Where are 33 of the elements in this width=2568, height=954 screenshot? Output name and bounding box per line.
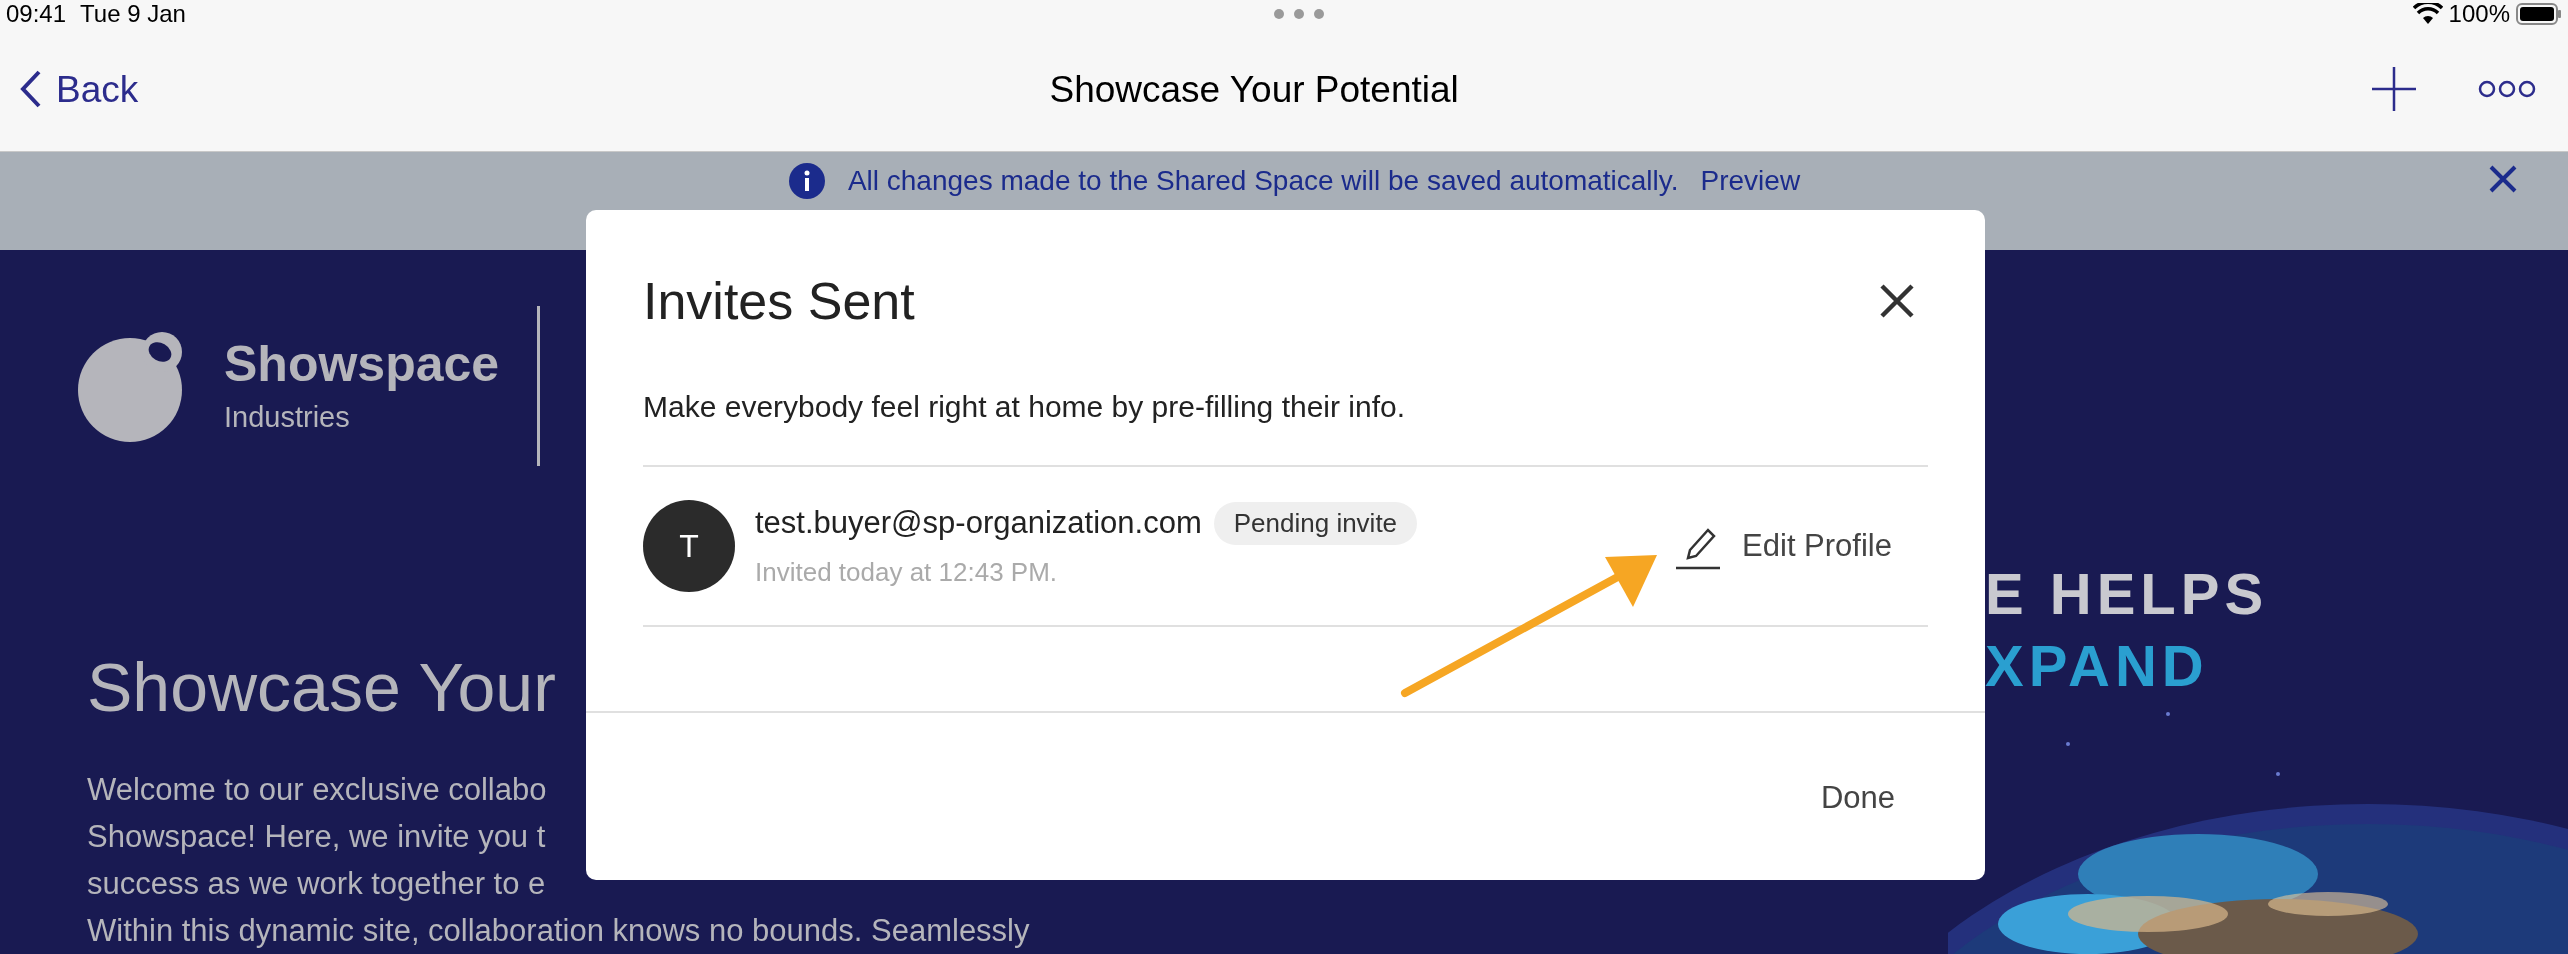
status-badge: Pending invite bbox=[1213, 502, 1418, 545]
brand-subtitle: Industries bbox=[224, 399, 351, 435]
dialog-title: Invites Sent bbox=[643, 271, 915, 332]
intro-text-line: Showspace! Here, we invite you t bbox=[87, 818, 546, 856]
close-icon[interactable] bbox=[2488, 163, 2518, 194]
close-icon[interactable] bbox=[1879, 283, 1915, 319]
hero-text: XPAND bbox=[1985, 632, 2210, 700]
more-icon[interactable] bbox=[2478, 80, 2536, 99]
page-heading: Showcase Your bbox=[87, 648, 557, 727]
done-button[interactable]: Done bbox=[1820, 775, 1895, 822]
chevron-left-icon bbox=[20, 70, 42, 109]
avatar: T bbox=[643, 500, 735, 592]
page-title: Showcase Your Potential bbox=[1049, 67, 1459, 112]
battery-icon bbox=[2516, 3, 2562, 25]
invitee-email: test.buyer@sp-organization.com bbox=[755, 504, 1202, 543]
battery-percent: 100% bbox=[2448, 0, 2510, 29]
status-time: 09:41 bbox=[6, 0, 67, 29]
dialog-description: Make everybody feel right at home by pre-filling their info. bbox=[642, 389, 1407, 425]
intro-text-line: Within this dynamic site, collaboration knows no bounds. Seamlessly bbox=[87, 912, 1030, 950]
status-date: Tue 9 Jan bbox=[80, 0, 186, 29]
edit-profile-button[interactable]: Edit Profile bbox=[1674, 522, 1892, 570]
preview-link[interactable]: Preview bbox=[1700, 159, 1801, 202]
intro-text-line: Welcome to our exclusive collabo bbox=[87, 771, 547, 809]
brand-name: Showspace bbox=[224, 335, 500, 394]
wifi-icon bbox=[2412, 3, 2443, 25]
hero-text: E HELPS bbox=[1985, 560, 2269, 628]
back-button[interactable]: Back bbox=[20, 61, 139, 118]
intro-text-line: success as we work together to e bbox=[87, 865, 546, 903]
autosave-message: All changes made to the Shared Space will be saved automatically. bbox=[847, 163, 1679, 198]
invite-time: Invited today at 12:43 PM. bbox=[755, 555, 1059, 589]
plus-icon[interactable] bbox=[2370, 65, 2418, 114]
multitasking-dots-icon bbox=[1273, 8, 1326, 20]
info-icon bbox=[787, 161, 826, 200]
